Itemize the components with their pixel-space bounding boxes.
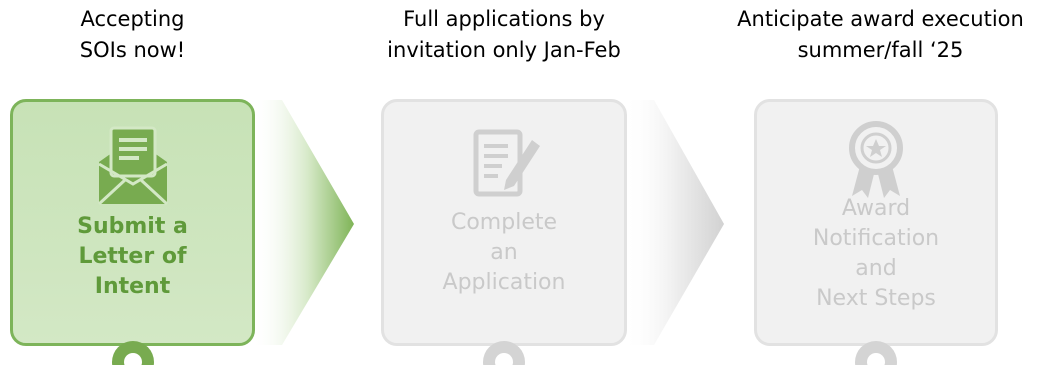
step-1-label-line-3: Intent xyxy=(94,274,171,299)
step-3-label-line-2: Notification xyxy=(812,226,940,251)
step-1-label-line-1: Submit a xyxy=(77,214,188,239)
envelope-letter-icon xyxy=(97,126,168,206)
document-pencil-icon xyxy=(473,129,540,197)
step-1-label-line-2: Letter of xyxy=(78,244,187,269)
step-3-caption-line-2: summer/fall ‘25 xyxy=(797,38,964,62)
step-2-ring-icon xyxy=(483,341,525,365)
step-1-caption-line-2: SOIs now! xyxy=(79,38,186,62)
step-1-caption: Accepting SOIs now! xyxy=(10,4,255,66)
step-2-caption-line-1: Full applications by xyxy=(403,7,605,31)
arrow-step-1-to-2 xyxy=(252,100,354,345)
step-1-ring-icon xyxy=(111,341,154,365)
step-card-award-notification: Award Notification and Next Steps xyxy=(754,99,998,365)
step-2-caption-line-2: invitation only Jan-Feb xyxy=(387,38,621,62)
step-3-label-line-3: and xyxy=(855,256,897,281)
step-2-label-line-1: Complete xyxy=(450,210,558,235)
step-3-caption: Anticipate award execution summer/fall ‘… xyxy=(712,4,1049,66)
step-1-label: Submit a Letter of Intent xyxy=(13,212,252,302)
step-2-label-line-2: an xyxy=(490,240,518,265)
step-card-submit-letter-of-intent: Submit a Letter of Intent xyxy=(10,99,255,365)
step-3-ring-icon xyxy=(855,341,897,365)
step-3-label: Award Notification and Next Steps xyxy=(757,194,995,314)
step-3-caption-line-1: Anticipate award execution xyxy=(737,7,1024,31)
step-2-label-line-3: Application xyxy=(442,270,566,295)
step-3-label-line-1: Award xyxy=(841,196,911,221)
award-ribbon-icon xyxy=(849,121,903,198)
step-1-caption-line-1: Accepting xyxy=(80,7,185,31)
arrow-step-2-to-3 xyxy=(624,100,724,345)
step-2-caption: Full applications by invitation only Jan… xyxy=(354,4,654,66)
step-2-label: Complete an Application xyxy=(384,208,624,298)
step-3-label-line-4: Next Steps xyxy=(816,286,936,311)
step-card-complete-application: Complete an Application xyxy=(381,99,627,365)
